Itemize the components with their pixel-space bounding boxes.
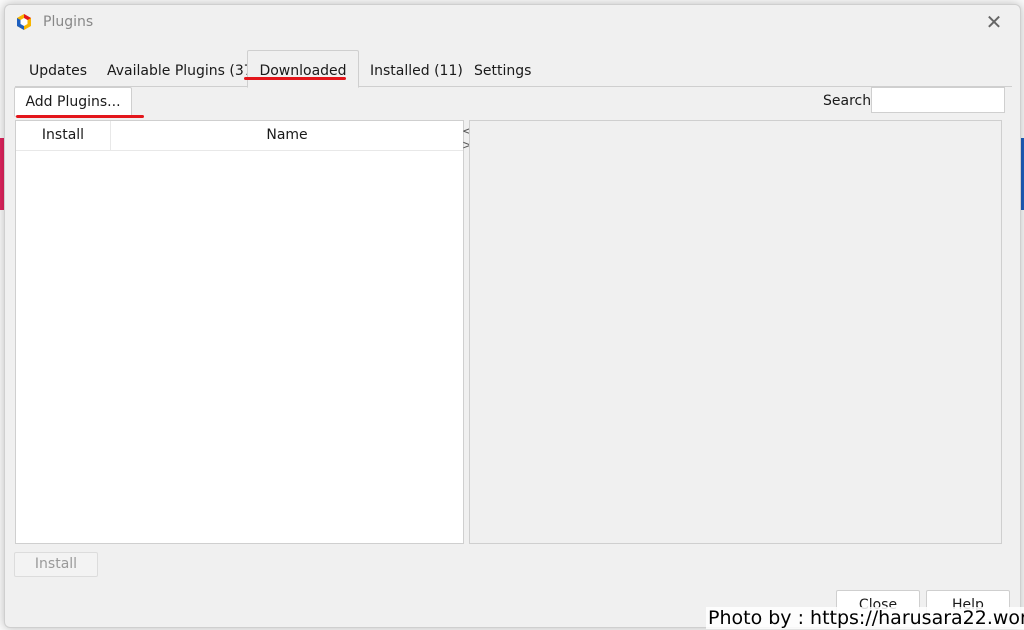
- tab-settings[interactable]: Settings: [472, 56, 533, 86]
- tab-installed[interactable]: Installed (11): [368, 56, 465, 86]
- table-header: Install Name: [16, 121, 463, 151]
- title-bar: Plugins ✕: [5, 5, 1020, 41]
- tab-updates[interactable]: Updates: [27, 56, 89, 86]
- add-plugins-button[interactable]: Add Plugins...: [14, 87, 132, 117]
- search-label: Search:: [823, 93, 876, 109]
- tab-available-plugins[interactable]: Available Plugins (37): [105, 56, 260, 86]
- plugin-details-panel: [469, 120, 1002, 544]
- column-header-name[interactable]: Name: [111, 121, 463, 150]
- tab-bar: Updates Available Plugins (37) Downloade…: [15, 50, 1012, 88]
- close-icon[interactable]: ✕: [982, 11, 1006, 35]
- window-title: Plugins: [43, 14, 94, 30]
- annotation-underline: [16, 115, 144, 118]
- watermark-text: Photo by : https://harusara22.work/: [706, 607, 1024, 629]
- plugins-table: Install Name: [15, 120, 464, 544]
- install-button[interactable]: Install: [14, 552, 98, 577]
- search-input[interactable]: [871, 87, 1005, 113]
- app-logo-icon: [17, 14, 31, 30]
- tab-downloaded[interactable]: Downloaded: [247, 50, 359, 88]
- column-header-install[interactable]: Install: [16, 121, 111, 150]
- annotation-underline: [244, 77, 346, 80]
